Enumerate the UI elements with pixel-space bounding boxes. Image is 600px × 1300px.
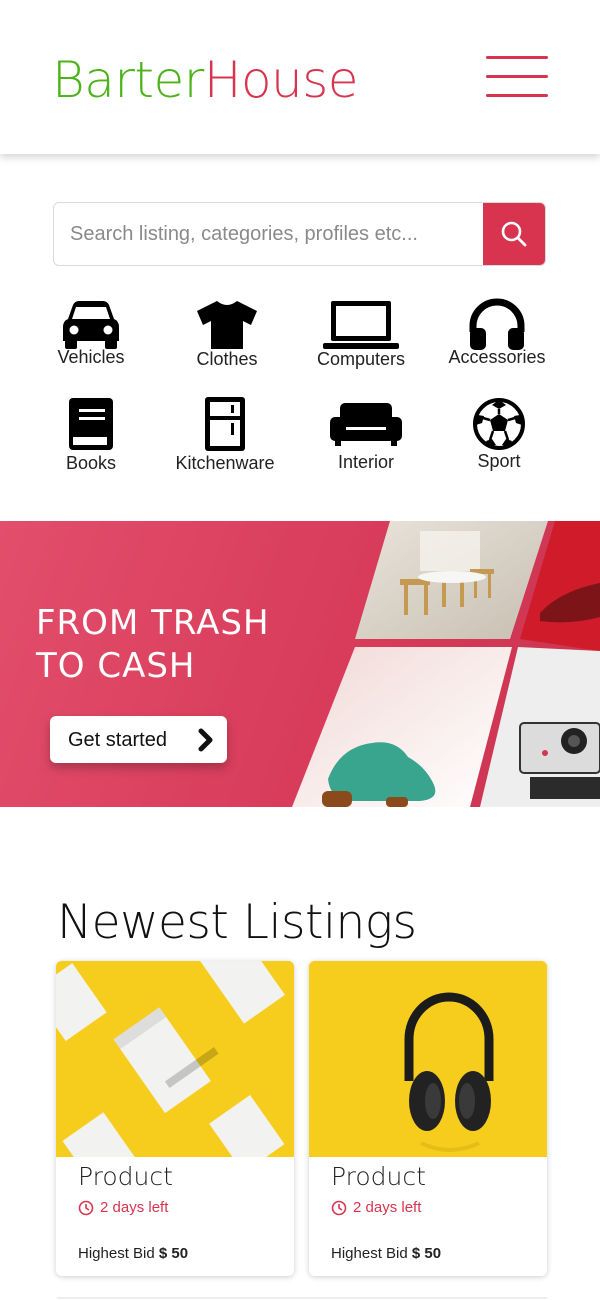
category-label: Interior [337, 452, 395, 472]
listing-card[interactable]: Product 2 days left Highest Bid $ 50 [56, 961, 294, 1276]
banner-title-line-1: FROM TRASH [36, 603, 270, 643]
listing-image [56, 961, 294, 1157]
time-left-label: 2 days left [353, 1199, 422, 1216]
highest-bid: Highest Bid $ 50 [331, 1245, 441, 1262]
category-computers[interactable]: Computers [296, 297, 426, 387]
highest-bid-value: $ 50 [158, 1245, 189, 1262]
category-label: Computers [316, 349, 406, 369]
time-left: 2 days left [78, 1199, 168, 1216]
section-title-newest-listings: Newest Listings [57, 895, 417, 950]
time-left-label: 2 days left [100, 1199, 169, 1216]
headphones-icon [469, 298, 525, 350]
highest-bid-value: $ 50 [411, 1245, 442, 1262]
category-label: Vehicles [57, 347, 125, 367]
hamburger-menu-icon[interactable] [486, 56, 550, 100]
get-started-button[interactable]: Get started [50, 716, 227, 763]
get-started-label: Get started [68, 729, 167, 751]
divider [57, 1297, 547, 1299]
category-accessories[interactable]: Accessories [432, 297, 562, 387]
search-icon [501, 221, 527, 247]
search-button[interactable] [483, 203, 545, 265]
banner-title: FROM TRASH TO CASH [36, 602, 356, 688]
category-kitchenware[interactable]: Kitchenware [160, 396, 290, 486]
time-left: 2 days left [331, 1199, 421, 1216]
listing-card[interactable]: Product 2 days left Highest Bid $ 50 [309, 961, 547, 1276]
listing-title: Product [331, 1162, 426, 1191]
banner-title-line-2: TO CASH [36, 646, 196, 686]
category-label: Accessories [448, 347, 546, 367]
laptop-icon [323, 301, 399, 349]
logo[interactable]: BarterHouse [52, 50, 359, 110]
category-interior[interactable]: Interior [301, 396, 431, 486]
sofa-icon [330, 403, 402, 446]
category-sport[interactable]: Sport [434, 396, 564, 486]
clock-icon [78, 1200, 94, 1215]
search-input[interactable] [54, 203, 484, 265]
app-header: BarterHouse [0, 0, 600, 154]
category-books[interactable]: Books [26, 396, 156, 486]
listing-title: Product [78, 1162, 173, 1191]
highest-bid-label: Highest Bid [78, 1245, 155, 1262]
highest-bid-label: Highest Bid [331, 1245, 408, 1262]
category-vehicles[interactable]: Vehicles [26, 297, 156, 387]
listing-image [309, 961, 547, 1157]
category-label: Clothes [196, 349, 258, 369]
chevron-right-icon [198, 728, 213, 752]
fridge-icon [205, 397, 245, 451]
category-label: Books [65, 453, 117, 473]
car-icon [63, 301, 119, 349]
search-bar [53, 202, 546, 266]
book-icon [69, 398, 113, 450]
logo-part-barter: Barter [52, 51, 204, 109]
clock-icon [331, 1200, 347, 1215]
category-label: Sport [477, 451, 521, 471]
highest-bid: Highest Bid $ 50 [78, 1245, 188, 1262]
soccer-ball-icon [473, 398, 525, 450]
shirt-icon [197, 301, 257, 349]
category-label: Kitchenware [175, 453, 275, 473]
category-clothes[interactable]: Clothes [162, 297, 292, 387]
logo-part-house: House [203, 51, 359, 109]
